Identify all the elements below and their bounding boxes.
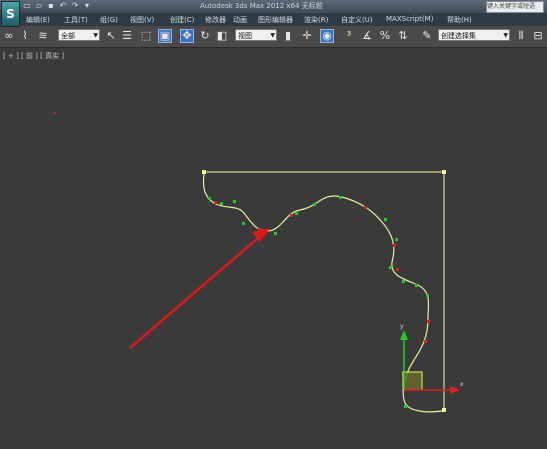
spline-vertex[interactable]: [220, 202, 223, 205]
gizmo-y-label: y: [400, 323, 404, 330]
spline-vertex[interactable]: [295, 212, 298, 215]
gizmo-y-arrowhead: [400, 330, 408, 340]
menu-bar: 编辑(E) 工具(T) 组(G) 视图(V) 创建(C) 修改器 动画 图形编辑…: [0, 13, 547, 26]
new-icon[interactable]: ▭: [22, 1, 32, 11]
named-selection-value: 创建选择集: [441, 32, 476, 40]
bounding-box-corner: [442, 170, 446, 174]
mirror-icon[interactable]: ⫴: [514, 29, 528, 43]
percent-snap-icon[interactable]: %: [378, 29, 392, 43]
undo-icon[interactable]: ↶: [58, 1, 68, 11]
open-icon[interactable]: ▱: [34, 1, 44, 11]
segment-marker: [427, 320, 430, 323]
menu-maxscript[interactable]: MAXScript(M): [386, 15, 433, 23]
gizmo-xy-plane[interactable]: [402, 371, 423, 391]
selection-filter-dropdown[interactable]: 全部 ▼: [58, 29, 100, 41]
coord-system-value: 视图: [238, 32, 252, 40]
window-crossing-icon[interactable]: ▣: [158, 29, 172, 43]
unlink-icon[interactable]: ⌇: [18, 29, 32, 43]
angle-snap-icon[interactable]: ∡: [360, 29, 374, 43]
spline-vertex[interactable]: [313, 203, 316, 206]
segment-marker: [396, 268, 399, 271]
keyboard-shortcut-override-icon[interactable]: ◉: [320, 29, 334, 43]
gizmo-x-label: x: [460, 381, 464, 388]
select-object-icon[interactable]: ↖: [104, 29, 118, 43]
bounding-box-corner: [202, 170, 206, 174]
spinner-snap-icon[interactable]: ⇅: [396, 29, 410, 43]
spline-vertex[interactable]: [233, 200, 236, 203]
selection-filter-value: 全部: [61, 32, 75, 40]
named-selection-dropdown[interactable]: 创建选择集 ▼: [438, 29, 510, 41]
menu-create[interactable]: 创建(C): [170, 15, 194, 25]
front-viewport[interactable]: y x: [0, 47, 547, 449]
app-logo-button[interactable]: S: [1, 1, 20, 27]
menu-help[interactable]: 帮助(H): [447, 15, 472, 25]
segment-marker: [393, 244, 396, 247]
gizmo-x-arrowhead: [450, 386, 460, 394]
menu-customize[interactable]: 自定义(U): [341, 15, 373, 25]
segment-markers: [214, 201, 430, 343]
menu-tools[interactable]: 工具(T): [64, 15, 88, 25]
segment-marker: [290, 214, 293, 217]
move-gizmo[interactable]: y x: [400, 323, 464, 394]
window-title: Autodesk 3ds Max 2012 x64 无标题: [200, 2, 323, 10]
spline-vertex[interactable]: [402, 280, 405, 283]
spline-vertices: [208, 196, 429, 408]
chevron-down-icon: ▼: [93, 32, 98, 39]
edit-named-selection-icon[interactable]: ✎: [420, 29, 434, 43]
quick-access-toolbar: ▭ ▱ ▪ ↶ ↷ ▾: [22, 1, 92, 12]
menu-modifiers[interactable]: 修改器: [205, 15, 226, 25]
segment-marker: [364, 206, 367, 209]
title-bar: ▭ ▱ ▪ ↶ ↷ ▾ Autodesk 3ds Max 2012 x64 无标…: [0, 0, 547, 13]
pivot-center-icon[interactable]: ▮: [281, 29, 295, 43]
spline-vertex[interactable]: [242, 222, 245, 225]
spline-vertex[interactable]: [339, 196, 342, 199]
spline-vertex[interactable]: [389, 266, 392, 269]
select-by-name-icon[interactable]: ☰: [120, 29, 134, 43]
viewport-marker: [54, 112, 56, 114]
select-link-icon[interactable]: ∞: [2, 29, 16, 43]
reference-coord-dropdown[interactable]: 视图 ▼: [235, 29, 277, 41]
redo-icon[interactable]: ↷: [70, 1, 80, 11]
menu-graph-editors[interactable]: 图形编辑器: [258, 15, 293, 25]
spline-vertex[interactable]: [426, 294, 429, 297]
help-search-input[interactable]: 键入关键字或短语: [486, 1, 544, 13]
menu-group[interactable]: 组(G): [100, 15, 118, 25]
spline-vertex[interactable]: [404, 405, 407, 408]
menu-rendering[interactable]: 渲染(R): [304, 15, 328, 25]
select-scale-icon[interactable]: ◧: [215, 29, 229, 43]
annotation-arrow: [129, 228, 270, 349]
select-manipulate-icon[interactable]: ✛: [300, 29, 314, 43]
menu-view[interactable]: 视图(V): [130, 15, 154, 25]
select-move-icon[interactable]: ✥: [180, 29, 194, 43]
rectangle-selection-icon[interactable]: ⬚: [139, 29, 153, 43]
align-icon[interactable]: ⊟: [531, 29, 545, 43]
main-toolbar: ∞ ⌇ ≋ 全部 ▼ ↖ ☰ ⬚ ▣ ✥ ↻ ◧ 视图 ▼ ▮ ✛ ◉ ³ ∡ …: [0, 26, 547, 48]
segment-marker: [424, 340, 427, 343]
select-rotate-icon[interactable]: ↻: [198, 29, 212, 43]
menu-edit[interactable]: 编辑(E): [26, 15, 50, 25]
spline-vertex[interactable]: [384, 218, 387, 221]
spline-vertex[interactable]: [395, 238, 398, 241]
spline-vertex[interactable]: [208, 197, 211, 200]
snaps-toggle-icon[interactable]: ³: [342, 29, 356, 43]
bind-space-warp-icon[interactable]: ≋: [36, 29, 50, 43]
save-icon[interactable]: ▪: [46, 1, 56, 11]
menu-animation[interactable]: 动画: [233, 15, 247, 25]
bounding-box-corner: [442, 408, 446, 412]
spline-vertex[interactable]: [274, 232, 277, 235]
chevron-down-icon: ▼: [503, 32, 508, 39]
dropdown-icon[interactable]: ▾: [82, 1, 92, 11]
chevron-down-icon: ▼: [270, 32, 275, 39]
spline-vertex[interactable]: [415, 284, 418, 287]
segment-marker: [214, 201, 217, 204]
